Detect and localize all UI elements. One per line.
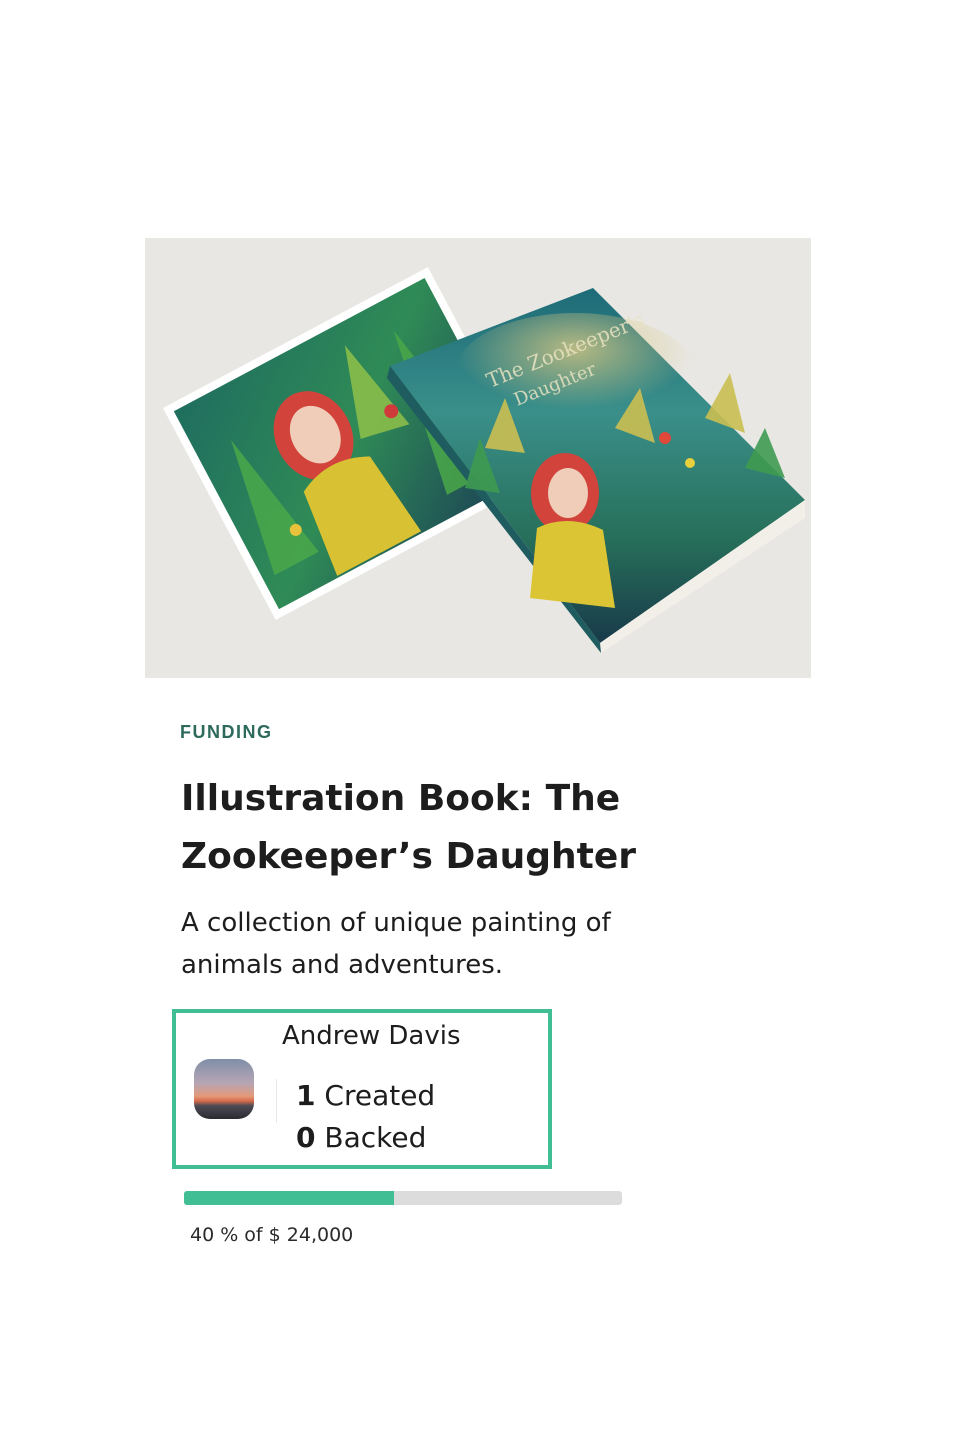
created-count-stat: 1 Created [296,1079,435,1112]
funding-progress-fill [184,1191,395,1205]
campaign-status-label: FUNDING [180,722,273,742]
funding-goal-text: 40 % of $ 24,000 [190,1224,354,1246]
creator-name[interactable]: Andrew Davis [282,1021,461,1051]
creator-avatar[interactable] [194,1059,254,1119]
created-label: Created [324,1079,436,1112]
divider [276,1079,277,1123]
backed-count-stat: 0 Backed [296,1121,426,1154]
backed-count: 0 [296,1121,316,1154]
campaign-hero-image[interactable]: The Zookeeper's Daughter [145,238,811,678]
campaign-title[interactable]: Illustration Book: The Zookeeper’s Daugh… [181,770,701,886]
created-count: 1 [296,1079,316,1112]
book-mockup-illustration: The Zookeeper's Daughter [163,267,805,653]
creator-card[interactable]: Andrew Davis 1 Created 0 Backed [172,1009,552,1169]
backed-label: Backed [324,1121,427,1154]
campaign-description: A collection of unique painting of anima… [181,908,611,980]
funding-progress-bar [184,1191,622,1205]
